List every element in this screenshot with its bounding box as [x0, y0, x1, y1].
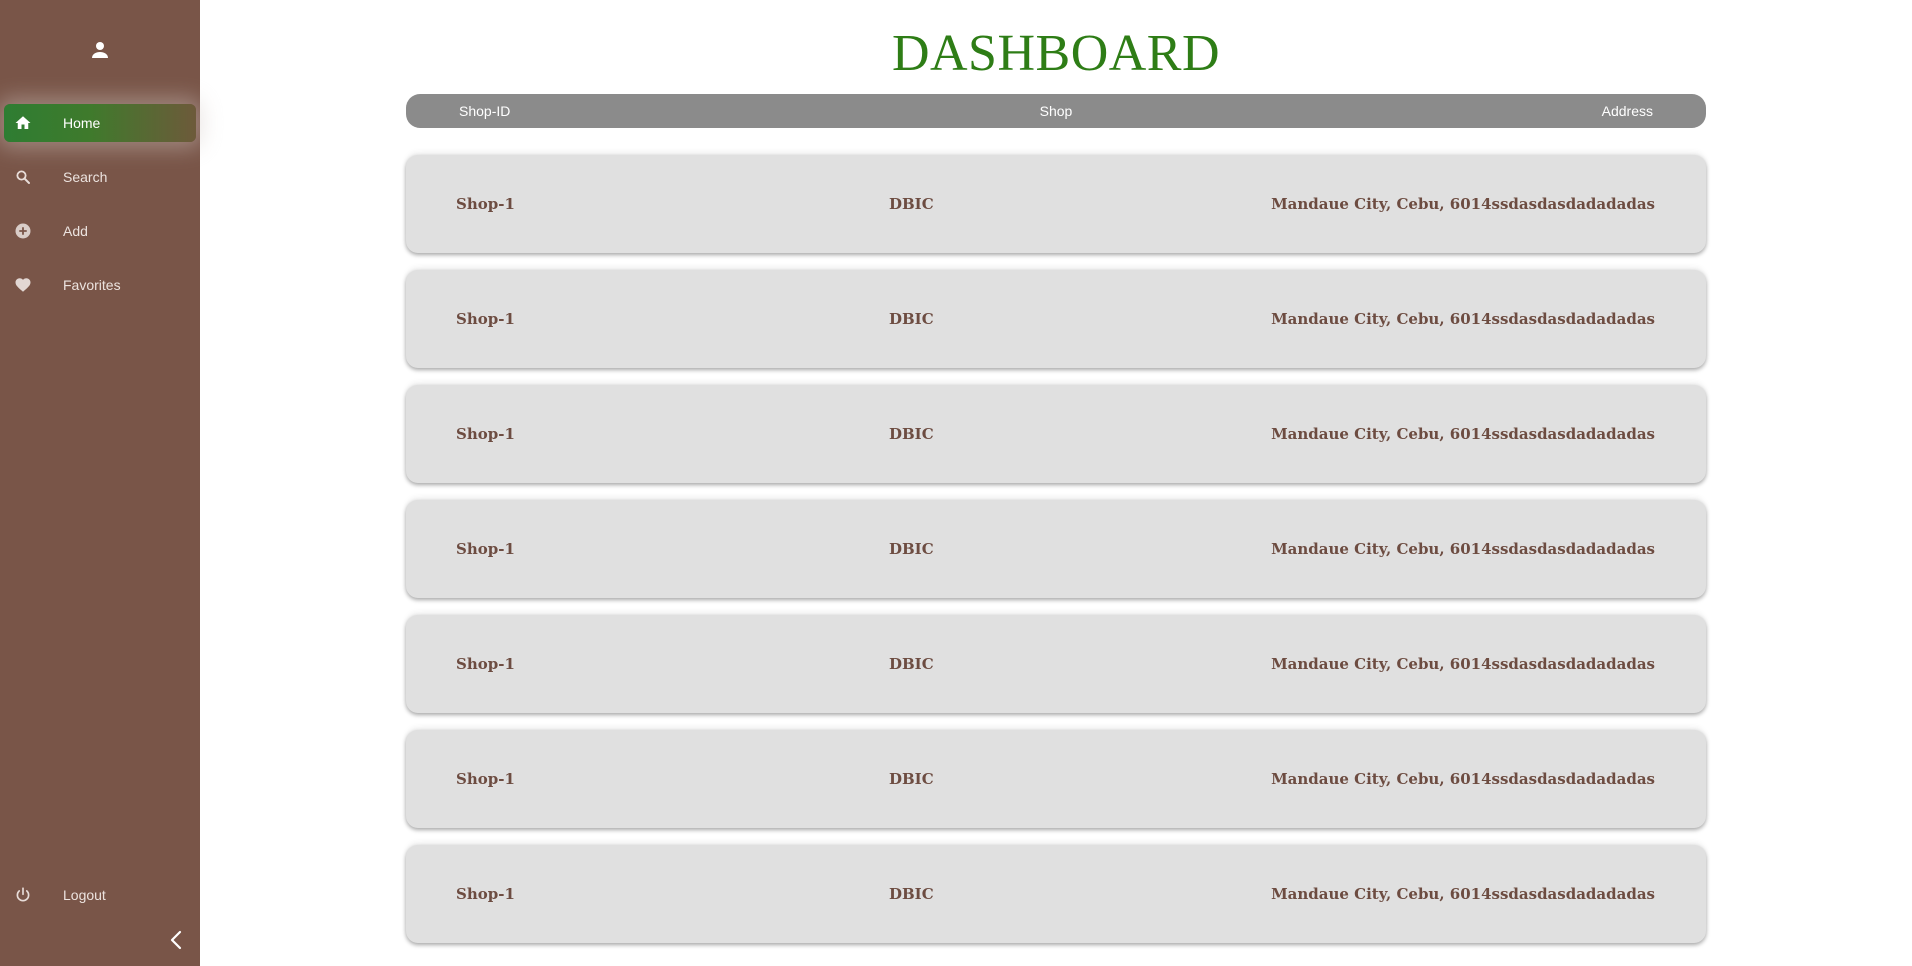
cell-shop: DBIC	[889, 540, 934, 558]
sidebar-item-add[interactable]: Add	[0, 212, 200, 250]
search-icon	[14, 168, 32, 186]
sidebar-item-home[interactable]: Home	[4, 104, 196, 142]
cell-address: Mandaue City, Cebu, 6014ssdasdasdadadada…	[1271, 770, 1655, 788]
sidebar-item-label: Add	[63, 223, 88, 239]
table-row[interactable]: Shop-1 DBIC Mandaue City, Cebu, 6014ssda…	[406, 270, 1706, 368]
shop-list: Shop-1 DBIC Mandaue City, Cebu, 6014ssda…	[406, 155, 1706, 960]
cell-address: Mandaue City, Cebu, 6014ssdasdasdadadada…	[1271, 195, 1655, 213]
cell-shop-id: Shop-1	[456, 885, 515, 903]
cell-address: Mandaue City, Cebu, 6014ssdasdasdadadada…	[1271, 310, 1655, 328]
logout-button[interactable]: Logout	[0, 876, 200, 914]
table-row[interactable]: Shop-1 DBIC Mandaue City, Cebu, 6014ssda…	[406, 845, 1706, 943]
app-root: Home Search Add Favorites Logout DASHBOA…	[0, 0, 1912, 966]
sidebar: Home Search Add Favorites Logout	[0, 0, 200, 966]
table-row[interactable]: Shop-1 DBIC Mandaue City, Cebu, 6014ssda…	[406, 500, 1706, 598]
table-row[interactable]: Shop-1 DBIC Mandaue City, Cebu, 6014ssda…	[406, 155, 1706, 253]
cell-shop-id: Shop-1	[456, 655, 515, 673]
cell-shop-id: Shop-1	[456, 195, 515, 213]
cell-shop: DBIC	[889, 425, 934, 443]
cell-address: Mandaue City, Cebu, 6014ssdasdasdadadada…	[1271, 655, 1655, 673]
cell-shop: DBIC	[889, 195, 934, 213]
sidebar-item-label: Home	[63, 115, 101, 131]
column-header-address: Address	[1601, 103, 1653, 119]
cell-shop-id: Shop-1	[456, 540, 515, 558]
cell-shop: DBIC	[889, 655, 934, 673]
sidebar-item-label: Search	[63, 169, 108, 185]
table-row[interactable]: Shop-1 DBIC Mandaue City, Cebu, 6014ssda…	[406, 730, 1706, 828]
logout-label: Logout	[63, 887, 106, 903]
add-circle-icon	[14, 222, 32, 240]
cell-shop: DBIC	[889, 310, 934, 328]
cell-shop-id: Shop-1	[456, 770, 515, 788]
table-header: Shop-ID Shop Address	[406, 94, 1706, 128]
page-title: DASHBOARD	[891, 25, 1221, 82]
cell-shop-id: Shop-1	[456, 425, 515, 443]
table-row[interactable]: Shop-1 DBIC Mandaue City, Cebu, 6014ssda…	[406, 615, 1706, 713]
cell-address: Mandaue City, Cebu, 6014ssdasdasdadadada…	[1271, 425, 1655, 443]
sidebar-item-favorites[interactable]: Favorites	[0, 266, 200, 304]
home-icon	[14, 114, 32, 132]
cell-shop: DBIC	[889, 770, 934, 788]
table-row[interactable]: Shop-1 DBIC Mandaue City, Cebu, 6014ssda…	[406, 385, 1706, 483]
collapse-sidebar-button[interactable]	[166, 930, 186, 954]
cell-address: Mandaue City, Cebu, 6014ssdasdasdadadada…	[1271, 885, 1655, 903]
sidebar-item-search[interactable]: Search	[0, 158, 200, 196]
cell-shop: DBIC	[889, 885, 934, 903]
cell-shop-id: Shop-1	[456, 310, 515, 328]
sidebar-nav: Home Search Add Favorites	[0, 104, 200, 320]
cell-address: Mandaue City, Cebu, 6014ssdasdasdadadada…	[1271, 540, 1655, 558]
chevron-left-icon	[169, 930, 183, 955]
person-icon[interactable]	[88, 38, 112, 62]
sidebar-item-label: Favorites	[63, 277, 121, 293]
column-header-shop: Shop	[1039, 103, 1073, 119]
heart-icon	[14, 276, 32, 294]
power-icon	[14, 886, 32, 904]
